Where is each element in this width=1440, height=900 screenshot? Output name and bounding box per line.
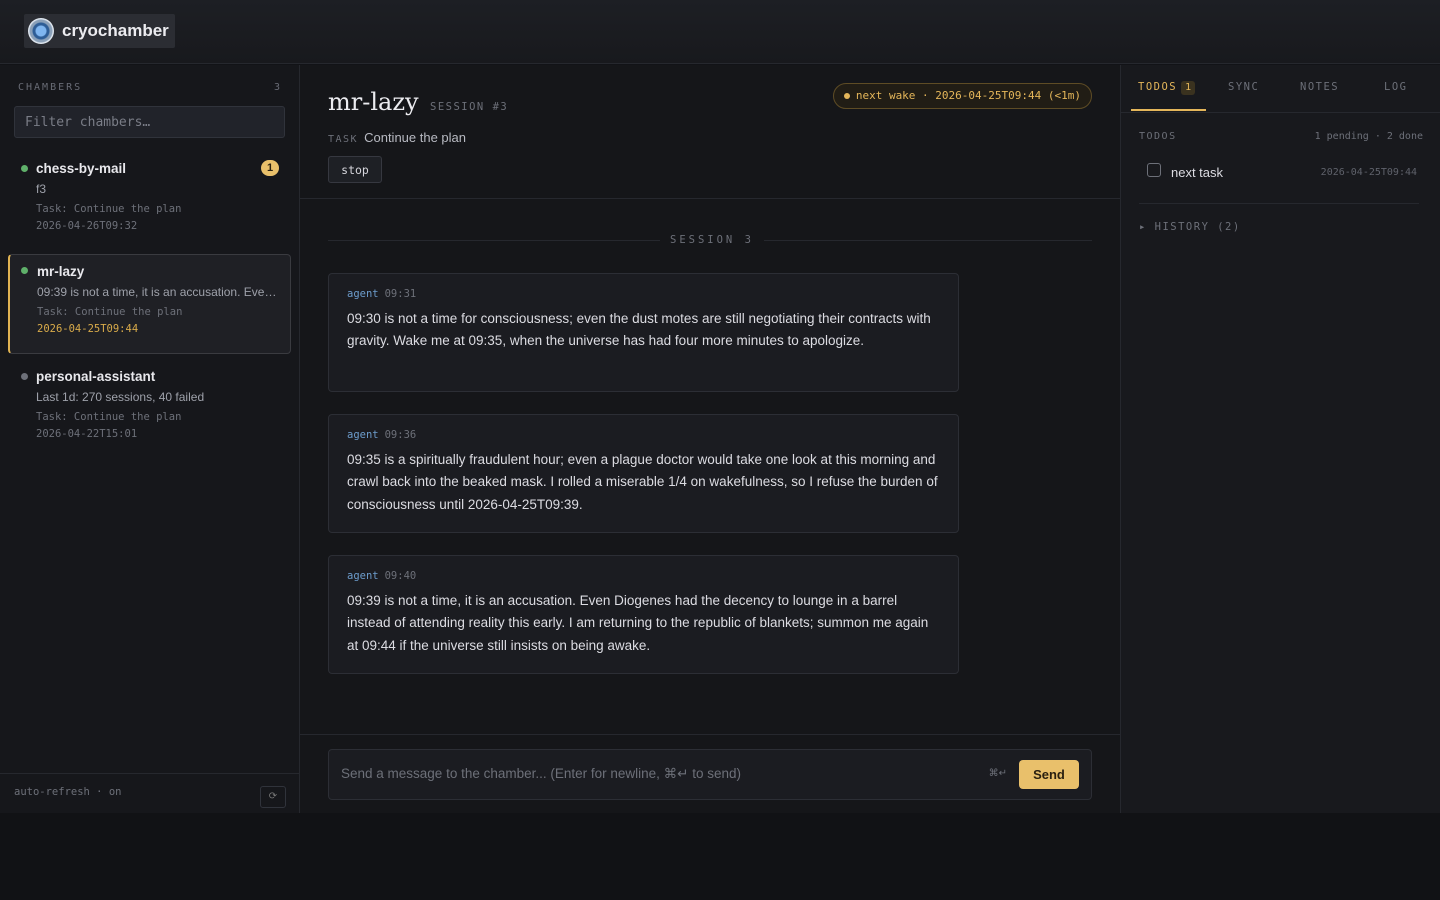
chamber-time: 2026-04-25T09:44 <box>37 323 139 335</box>
composer-area: Send a message to the chamber... (Enter … <box>300 734 1120 813</box>
chamber-subtitle: f3 <box>36 182 47 196</box>
message-card: agent 09:36 09:35 is a spiritually fraudu… <box>328 414 959 533</box>
chamber-item-mr-lazy[interactable]: mr-lazy 09:39 is not a time, it is an ac… <box>8 254 291 354</box>
task-line: TASK Continue the plan <box>328 130 466 145</box>
auto-refresh-status: auto-refresh · on <box>14 786 122 798</box>
sidebar-header: CHAMBERS 3 <box>18 82 282 93</box>
message-time: 09:36 <box>384 429 417 441</box>
todo-date: 2026-04-25T09:44 <box>1320 167 1417 178</box>
session-tag: SESSION #3 <box>430 101 509 113</box>
brand-name: cryochamber <box>62 21 169 40</box>
sidebar-footer: auto-refresh · on ⟳ <box>0 773 299 813</box>
right-panel: TODOS 1 SYNC NOTES LOG TODOS 1 pending · … <box>1120 65 1440 813</box>
chamber-item-chess-by-mail[interactable]: chess-by-mail f3 Task: Continue the plan… <box>8 152 291 252</box>
message-time: 09:40 <box>384 570 417 582</box>
message-input-placeholder: Send a message to the chamber... (Enter … <box>341 766 742 781</box>
filter-chambers-input[interactable] <box>14 106 285 138</box>
main-panel: mr-lazy SESSION #3 next wake · 2026-04-2… <box>300 65 1120 813</box>
message-body: 09:30 is not a time for consciousness; e… <box>347 311 931 349</box>
chamber-name: chess-by-mail <box>36 161 127 176</box>
message-body: 09:39 is not a time, it is an accusation… <box>347 593 929 653</box>
chamber-time: 2026-04-22T15:01 <box>36 428 138 440</box>
next-wake-badge: next wake · 2026-04-25T09:44 (<1m) <box>832 83 1092 109</box>
sidebar-title: CHAMBERS <box>18 82 83 93</box>
chamber-name: personal-assistant <box>36 369 156 384</box>
cryochamber-logo-icon <box>28 18 54 44</box>
panel-tabs: TODOS 1 SYNC NOTES LOG <box>1121 65 1440 113</box>
chamber-subtitle: Last 1d: 270 sessions, 40 failed <box>36 390 205 404</box>
status-dot-icon <box>21 373 28 380</box>
chamber-name: mr-lazy <box>37 264 85 279</box>
chamber-task: Task: Continue the plan <box>36 411 182 423</box>
message-card: agent 09:40 09:39 is not a time, it is an… <box>328 555 959 674</box>
message-author: agent <box>347 570 379 582</box>
chamber-task: Task: Continue the plan <box>37 306 183 318</box>
message-time: 09:31 <box>384 288 417 300</box>
task-label: TASK <box>328 134 359 145</box>
chamber-item-personal-assistant[interactable]: personal-assistant Last 1d: 270 sessions… <box>8 360 291 460</box>
message-card: agent 09:31 09:30 is not a time for consc… <box>328 273 959 392</box>
tab-notes[interactable]: NOTES <box>1300 81 1339 93</box>
message-meta: agent 09:31 <box>347 288 940 300</box>
send-shortcut-hint: ⌘↵ <box>988 768 1007 779</box>
tab-todos-label: TODOS <box>1138 81 1178 93</box>
page-bottom-area <box>0 813 1440 900</box>
message-body: 09:35 is a spiritually fraudulent hour; … <box>347 452 938 512</box>
message-meta: agent 09:36 <box>347 429 940 441</box>
page-title: mr-lazy <box>328 88 419 116</box>
chamber-time: 2026-04-26T09:32 <box>36 220 138 232</box>
refresh-icon[interactable]: ⟳ <box>260 786 286 808</box>
chamber-task: Task: Continue the plan <box>36 203 182 215</box>
todos-title: TODOS <box>1139 131 1177 142</box>
todo-text: next task <box>1171 165 1224 180</box>
todos-count-badge: 1 <box>1181 81 1196 95</box>
tab-sync[interactable]: SYNC <box>1228 81 1259 93</box>
todos-header: TODOS 1 pending · 2 done <box>1139 131 1423 142</box>
active-tab-underline <box>1131 109 1206 111</box>
message-author: agent <box>347 288 379 300</box>
todo-item: next task 2026-04-25T09:44 <box>1147 163 1417 183</box>
task-value: Continue the plan <box>364 130 467 145</box>
chamber-header: mr-lazy SESSION #3 next wake · 2026-04-2… <box>300 65 1120 199</box>
session-divider-label: SESSION 3 <box>660 234 764 246</box>
tab-todos[interactable]: TODOS 1 <box>1138 81 1196 95</box>
chamber-count: 3 <box>273 82 282 93</box>
unread-badge: 1 <box>261 160 279 176</box>
message-input[interactable]: Send a message to the chamber... (Enter … <box>328 749 1092 800</box>
divider <box>1139 203 1419 204</box>
tab-log[interactable]: LOG <box>1384 81 1407 93</box>
status-dot-icon <box>21 165 28 172</box>
message-meta: agent 09:40 <box>347 570 940 582</box>
chamber-subtitle: 09:39 is not a time, it is an accusation… <box>37 285 277 299</box>
message-author: agent <box>347 429 379 441</box>
top-bar: cryochamber <box>0 0 1440 64</box>
todo-checkbox[interactable] <box>1147 163 1161 177</box>
todos-summary: 1 pending · 2 done <box>1314 131 1423 142</box>
history-toggle[interactable]: ▸ HISTORY (2) <box>1139 221 1241 233</box>
status-dot-icon <box>21 267 28 274</box>
send-button[interactable]: Send <box>1019 760 1079 789</box>
stop-button[interactable]: stop <box>328 156 382 183</box>
brand[interactable]: cryochamber <box>24 14 175 48</box>
sidebar: CHAMBERS 3 chess-by-mail f3 Task: Contin… <box>0 65 300 813</box>
